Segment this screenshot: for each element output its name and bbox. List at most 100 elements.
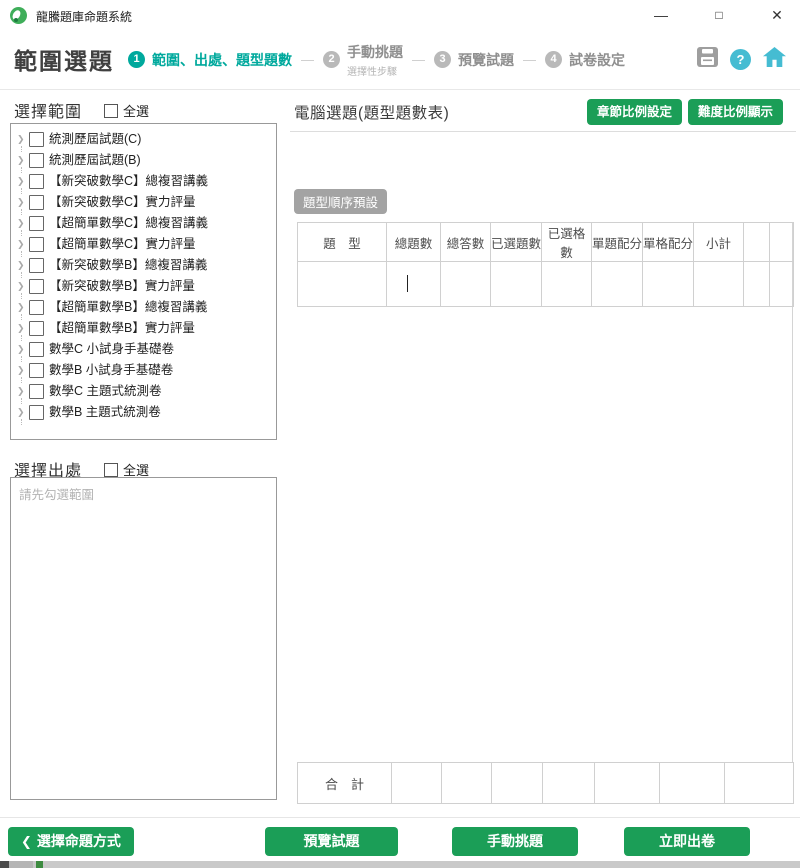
item-checkbox[interactable]: [29, 384, 44, 399]
expand-chevron-icon[interactable]: ❯: [17, 234, 28, 255]
expand-chevron-icon[interactable]: ❯: [17, 318, 28, 339]
item-checkbox[interactable]: [29, 195, 44, 210]
tree-item[interactable]: ❯【超簡單數學C】實力評量: [11, 234, 276, 255]
tree-item-label: 統測歷屆試題(C): [49, 129, 141, 150]
difficulty-ratio-button[interactable]: 難度比例顯示: [688, 99, 783, 125]
tree-item[interactable]: ❯ 【超簡單數學B】總複習講義: [11, 297, 276, 318]
generate-paper-button[interactable]: 立即出卷: [624, 827, 750, 856]
home-icon[interactable]: [763, 47, 786, 72]
tree-item-label: 統測歷屆試題(B): [49, 150, 141, 171]
total-row-table: 合 計: [297, 762, 794, 804]
step-4-badge[interactable]: 4: [545, 51, 562, 68]
item-checkbox[interactable]: [29, 237, 44, 252]
text-caret: [407, 275, 408, 292]
tree-item-label: 數學C 主題式統測卷: [49, 381, 162, 402]
tree-item-label: 【超簡單數學B】總複習講義: [49, 297, 207, 318]
tree-item[interactable]: ❯ 統測歷屆試題(B): [11, 150, 276, 171]
cell-total-questions[interactable]: [387, 262, 441, 307]
step-1-label[interactable]: 範圍、出處、題型題數: [152, 50, 292, 70]
header-icons: ?: [697, 47, 786, 72]
expand-chevron-icon[interactable]: ❯: [17, 213, 28, 234]
chapter-ratio-button[interactable]: 章節比例設定: [587, 99, 682, 125]
expand-chevron-icon[interactable]: ❯: [17, 360, 28, 381]
expand-chevron-icon[interactable]: ❯: [17, 276, 28, 297]
cell-subtotal[interactable]: [694, 262, 744, 307]
expand-chevron-icon[interactable]: ❯: [17, 402, 28, 423]
range-tree: ❯統測歷屆試題(C) ❯統測歷屆試題(B) ❯【新突破數學C】總複習講義 ❯【新…: [10, 123, 277, 440]
total-value-cell: [725, 763, 794, 804]
col-header-selected-cells: 已選格數: [542, 223, 592, 262]
expand-chevron-icon[interactable]: ❯: [17, 192, 28, 213]
item-checkbox[interactable]: [29, 174, 44, 189]
cell-selected-cells[interactable]: [542, 262, 592, 307]
expand-chevron-icon[interactable]: ❯: [17, 129, 28, 150]
strip-segment: [0, 861, 9, 868]
tree-item[interactable]: ❯【超簡單數學C】總複習講義: [11, 213, 276, 234]
step-3-label[interactable]: 預覽試題: [458, 50, 514, 70]
step-connector: —: [301, 52, 314, 67]
content-title: 電腦選題(題型題數表): [294, 101, 449, 123]
item-checkbox[interactable]: [29, 132, 44, 147]
range-select-all-label: 全選: [123, 101, 149, 120]
close-button[interactable]: ✕: [754, 0, 800, 30]
range-select-all[interactable]: 全選: [104, 101, 149, 120]
item-checkbox[interactable]: [29, 300, 44, 315]
cell-points-per-question[interactable]: [592, 262, 643, 307]
expand-chevron-icon[interactable]: ❯: [17, 339, 28, 360]
item-checkbox[interactable]: [29, 216, 44, 231]
item-checkbox[interactable]: [29, 405, 44, 420]
tree-item[interactable]: ❯【超簡單數學B】實力評量: [11, 318, 276, 339]
item-checkbox[interactable]: [29, 363, 44, 378]
back-to-method-button[interactable]: ❮選擇命題方式: [8, 827, 134, 856]
step-1-badge[interactable]: 1: [128, 51, 145, 68]
step-4-label[interactable]: 試卷設定: [569, 50, 625, 70]
tree-item[interactable]: ❯數學C 小試身手基礎卷: [11, 339, 276, 360]
tree-item[interactable]: ❯ 統測歷屆試題(C): [11, 129, 276, 150]
expand-chevron-icon[interactable]: ❯: [17, 171, 28, 192]
item-checkbox[interactable]: [29, 342, 44, 357]
step-2-label[interactable]: 手動挑題: [347, 42, 403, 62]
minimize-button[interactable]: —: [638, 0, 684, 30]
expand-chevron-icon[interactable]: ❯: [17, 381, 28, 402]
save-icon[interactable]: [697, 47, 718, 72]
step-2-badge[interactable]: 2: [323, 51, 340, 68]
item-checkbox[interactable]: [29, 153, 44, 168]
footer-divider: [0, 817, 800, 818]
tree-item[interactable]: ❯ 數學C 主題式統測卷: [11, 381, 276, 402]
cell-total-answers[interactable]: [441, 262, 491, 307]
expand-chevron-icon[interactable]: ❯: [17, 255, 28, 276]
total-value-cell: [492, 763, 543, 804]
table-data-row: [298, 262, 794, 307]
cell-extra: [744, 262, 770, 307]
expand-chevron-icon[interactable]: ❯: [17, 297, 28, 318]
manual-pick-button[interactable]: 手動挑題: [452, 827, 578, 856]
expand-chevron-icon[interactable]: ❯: [17, 150, 28, 171]
tree-item[interactable]: ❯數學B 小試身手基礎卷: [11, 360, 276, 381]
item-checkbox[interactable]: [29, 258, 44, 273]
step-2[interactable]: 手動挑題 選擇性步驟: [347, 42, 403, 78]
cell-points-per-cell[interactable]: [643, 262, 694, 307]
source-select-all-checkbox[interactable]: [104, 463, 118, 477]
app-logo-icon: [10, 7, 27, 24]
item-checkbox[interactable]: [29, 279, 44, 294]
maximize-button[interactable]: □: [696, 0, 742, 30]
step-navigation: 1 範圍、出處、題型題數 — 2 手動挑題 選擇性步驟 — 3 預覽試題 — 4…: [128, 30, 625, 89]
cell-selected-questions[interactable]: [491, 262, 542, 307]
total-value-cell: [543, 763, 595, 804]
item-checkbox[interactable]: [29, 321, 44, 336]
tree-item[interactable]: ❯【新突破數學B】總複習講義: [11, 255, 276, 276]
tree-item-label: 【新突破數學C】實力評量: [49, 192, 196, 213]
cell-type[interactable]: [298, 262, 387, 307]
tree-item[interactable]: ❯【新突破數學C】總複習講義: [11, 171, 276, 192]
strip-segment: [9, 861, 33, 868]
col-header-type: 題 型: [298, 223, 387, 262]
preview-questions-button[interactable]: 預覽試題: [265, 827, 398, 856]
tree-item[interactable]: ❯數學B 主題式統測卷: [11, 402, 276, 423]
tree-item[interactable]: ❯【新突破數學B】實力評量: [11, 276, 276, 297]
source-list-panel: 請先勾選範圍: [10, 477, 277, 800]
total-row: 合 計: [298, 763, 794, 804]
step-3-badge[interactable]: 3: [434, 51, 451, 68]
tree-item[interactable]: ❯ 【新突破數學C】實力評量: [11, 192, 276, 213]
range-select-all-checkbox[interactable]: [104, 104, 118, 118]
help-icon[interactable]: ?: [730, 49, 751, 70]
